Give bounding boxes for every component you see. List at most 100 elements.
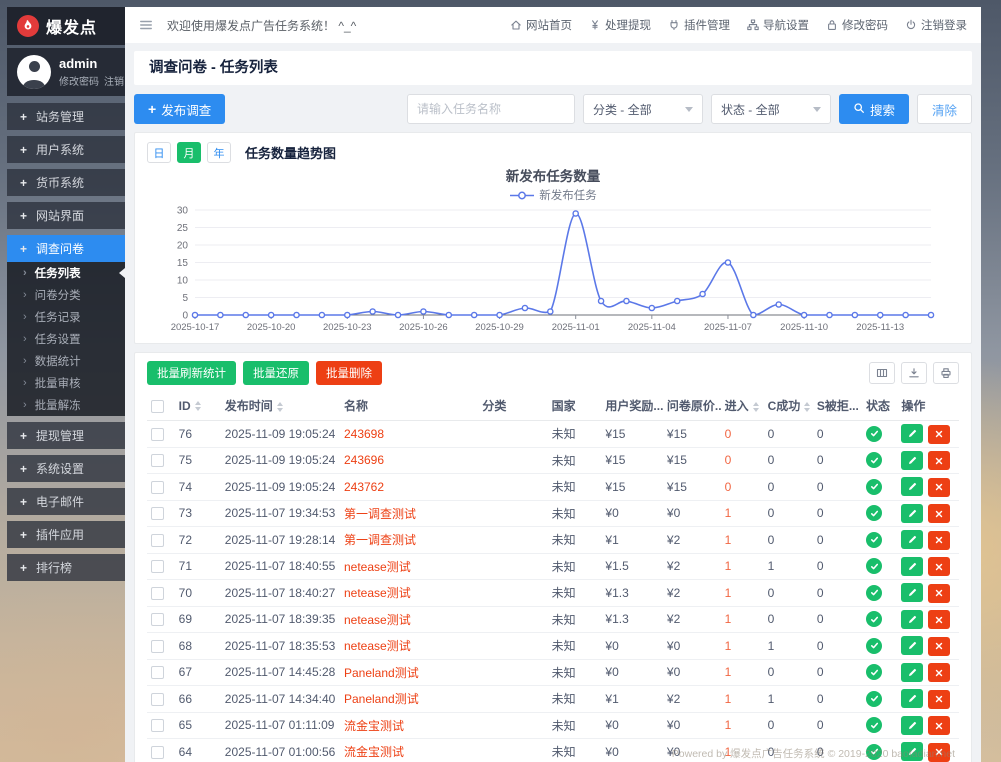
edit-button[interactable] xyxy=(901,636,923,655)
export-button[interactable] xyxy=(901,362,927,384)
edit-button[interactable] xyxy=(901,451,923,470)
sidebar-subitem-6[interactable]: ›批量解冻 xyxy=(7,394,125,416)
delete-button[interactable] xyxy=(928,584,950,603)
row-checkbox[interactable] xyxy=(151,481,164,494)
clear-button[interactable]: 清除 xyxy=(917,94,972,124)
sidebar-item-3[interactable]: +网站界面 xyxy=(7,202,125,229)
row-checkbox[interactable] xyxy=(151,454,164,467)
sidebar-item-8[interactable]: +插件应用 xyxy=(7,521,125,548)
delete-button[interactable] xyxy=(928,663,950,682)
task-name-link[interactable]: Paneland测试 xyxy=(344,692,419,706)
edit-button[interactable] xyxy=(901,663,923,682)
range-button-2[interactable]: 年 xyxy=(207,142,231,163)
sidebar-subitem-5[interactable]: ›批量审核 xyxy=(7,372,125,394)
row-checkbox[interactable] xyxy=(151,507,164,520)
task-name-link[interactable]: netease测试 xyxy=(344,613,411,627)
delete-button[interactable] xyxy=(928,557,950,576)
publish-survey-button[interactable]: + 发布调查 xyxy=(134,94,225,124)
delete-button[interactable] xyxy=(928,610,950,629)
status-select[interactable]: 状态 - 全部 xyxy=(711,94,831,124)
edit-button[interactable] xyxy=(901,583,923,602)
sidebar-subitem-0[interactable]: ›任务列表 xyxy=(7,262,125,284)
sidebar-subitem-3[interactable]: ›任务设置 xyxy=(7,328,125,350)
sidebar-subitem-2[interactable]: ›任务记录 xyxy=(7,306,125,328)
task-name-link[interactable]: 243698 xyxy=(344,427,384,441)
avatar[interactable] xyxy=(17,55,51,89)
sidebar-item-6[interactable]: +系统设置 xyxy=(7,455,125,482)
column-header-enter[interactable]: 进入 xyxy=(721,393,764,421)
sidebar-item-7[interactable]: +电子邮件 xyxy=(7,488,125,515)
sort-icon[interactable] xyxy=(753,402,759,412)
column-header-rejected[interactable]: S被拒... xyxy=(813,393,862,421)
edit-button[interactable] xyxy=(901,716,923,735)
edit-button[interactable] xyxy=(901,557,923,576)
sidebar-item-4[interactable]: +调查问卷 xyxy=(7,235,125,262)
sidebar-item-1[interactable]: +用户系统 xyxy=(7,136,125,163)
row-checkbox[interactable] xyxy=(151,746,164,759)
logo[interactable]: 爆发点 xyxy=(7,7,125,45)
task-name-link[interactable]: 第一调查测试 xyxy=(344,507,416,521)
sidebar-subitem-1[interactable]: ›问卷分类 xyxy=(7,284,125,306)
row-checkbox[interactable] xyxy=(151,560,164,573)
range-button-0[interactable]: 日 xyxy=(147,142,171,163)
sidebar-item-9[interactable]: +排行榜 xyxy=(7,554,125,581)
batch-button-1[interactable]: 批量还原 xyxy=(243,361,309,385)
edit-button[interactable] xyxy=(901,530,923,549)
row-checkbox[interactable] xyxy=(151,587,164,600)
task-name-link[interactable]: 243696 xyxy=(344,453,384,467)
column-header-success[interactable]: C成功 xyxy=(764,393,813,421)
batch-button-0[interactable]: 批量刷新统计 xyxy=(147,361,236,385)
chart-legend[interactable]: 新发布任务 xyxy=(147,187,959,203)
task-name-input[interactable] xyxy=(407,94,575,124)
row-checkbox[interactable] xyxy=(151,719,164,732)
task-name-link[interactable]: 243762 xyxy=(344,480,384,494)
delete-button[interactable] xyxy=(928,531,950,550)
nav-link-5[interactable]: 注销登录 xyxy=(905,17,967,33)
edit-button[interactable] xyxy=(901,610,923,629)
column-header-id[interactable]: ID xyxy=(175,393,221,421)
task-name-link[interactable]: 流金宝测试 xyxy=(344,745,404,759)
task-name-link[interactable]: netease测试 xyxy=(344,639,411,653)
row-checkbox[interactable] xyxy=(151,666,164,679)
logout-link[interactable]: 注销 xyxy=(104,73,124,88)
delete-button[interactable] xyxy=(928,451,950,470)
edit-button[interactable] xyxy=(901,689,923,708)
nav-link-4[interactable]: 修改密码 xyxy=(826,17,888,33)
sidebar-item-2[interactable]: +货币系统 xyxy=(7,169,125,196)
sort-icon[interactable] xyxy=(277,402,283,412)
edit-button[interactable] xyxy=(901,424,923,443)
task-name-link[interactable]: netease测试 xyxy=(344,586,411,600)
category-select[interactable]: 分类 - 全部 xyxy=(583,94,703,124)
change-password-link[interactable]: 修改密码 xyxy=(59,73,99,88)
task-name-link[interactable]: 流金宝测试 xyxy=(344,719,404,733)
nav-link-0[interactable]: 网站首页 xyxy=(510,17,572,33)
delete-button[interactable] xyxy=(928,504,950,523)
row-checkbox[interactable] xyxy=(151,613,164,626)
search-button[interactable]: 搜索 xyxy=(839,94,909,124)
select-all-checkbox[interactable] xyxy=(151,400,164,413)
delete-button[interactable] xyxy=(928,716,950,735)
row-checkbox[interactable] xyxy=(151,428,164,441)
delete-button[interactable] xyxy=(928,690,950,709)
columns-button[interactable] xyxy=(869,362,895,384)
nav-link-3[interactable]: 导航设置 xyxy=(747,17,809,33)
nav-link-1[interactable]: 处理提现 xyxy=(589,17,651,33)
edit-button[interactable] xyxy=(901,504,923,523)
delete-button[interactable] xyxy=(928,637,950,656)
edit-button[interactable] xyxy=(901,477,923,496)
batch-button-2[interactable]: 批量删除 xyxy=(316,361,382,385)
print-button[interactable] xyxy=(933,362,959,384)
delete-button[interactable] xyxy=(928,425,950,444)
menu-toggle-icon[interactable] xyxy=(139,18,153,32)
task-name-link[interactable]: netease测试 xyxy=(344,560,411,574)
nav-link-2[interactable]: 插件管理 xyxy=(668,17,730,33)
range-button-1[interactable]: 月 xyxy=(177,142,201,163)
task-name-link[interactable]: 第一调查测试 xyxy=(344,533,416,547)
row-checkbox[interactable] xyxy=(151,534,164,547)
column-header-price[interactable]: 问卷原价... xyxy=(663,393,721,421)
column-header-reward[interactable]: 用户奖励... xyxy=(601,393,663,421)
column-header-time[interactable]: 发布时间 xyxy=(221,393,340,421)
task-name-link[interactable]: Paneland测试 xyxy=(344,666,419,680)
row-checkbox[interactable] xyxy=(151,640,164,653)
delete-button[interactable] xyxy=(928,478,950,497)
